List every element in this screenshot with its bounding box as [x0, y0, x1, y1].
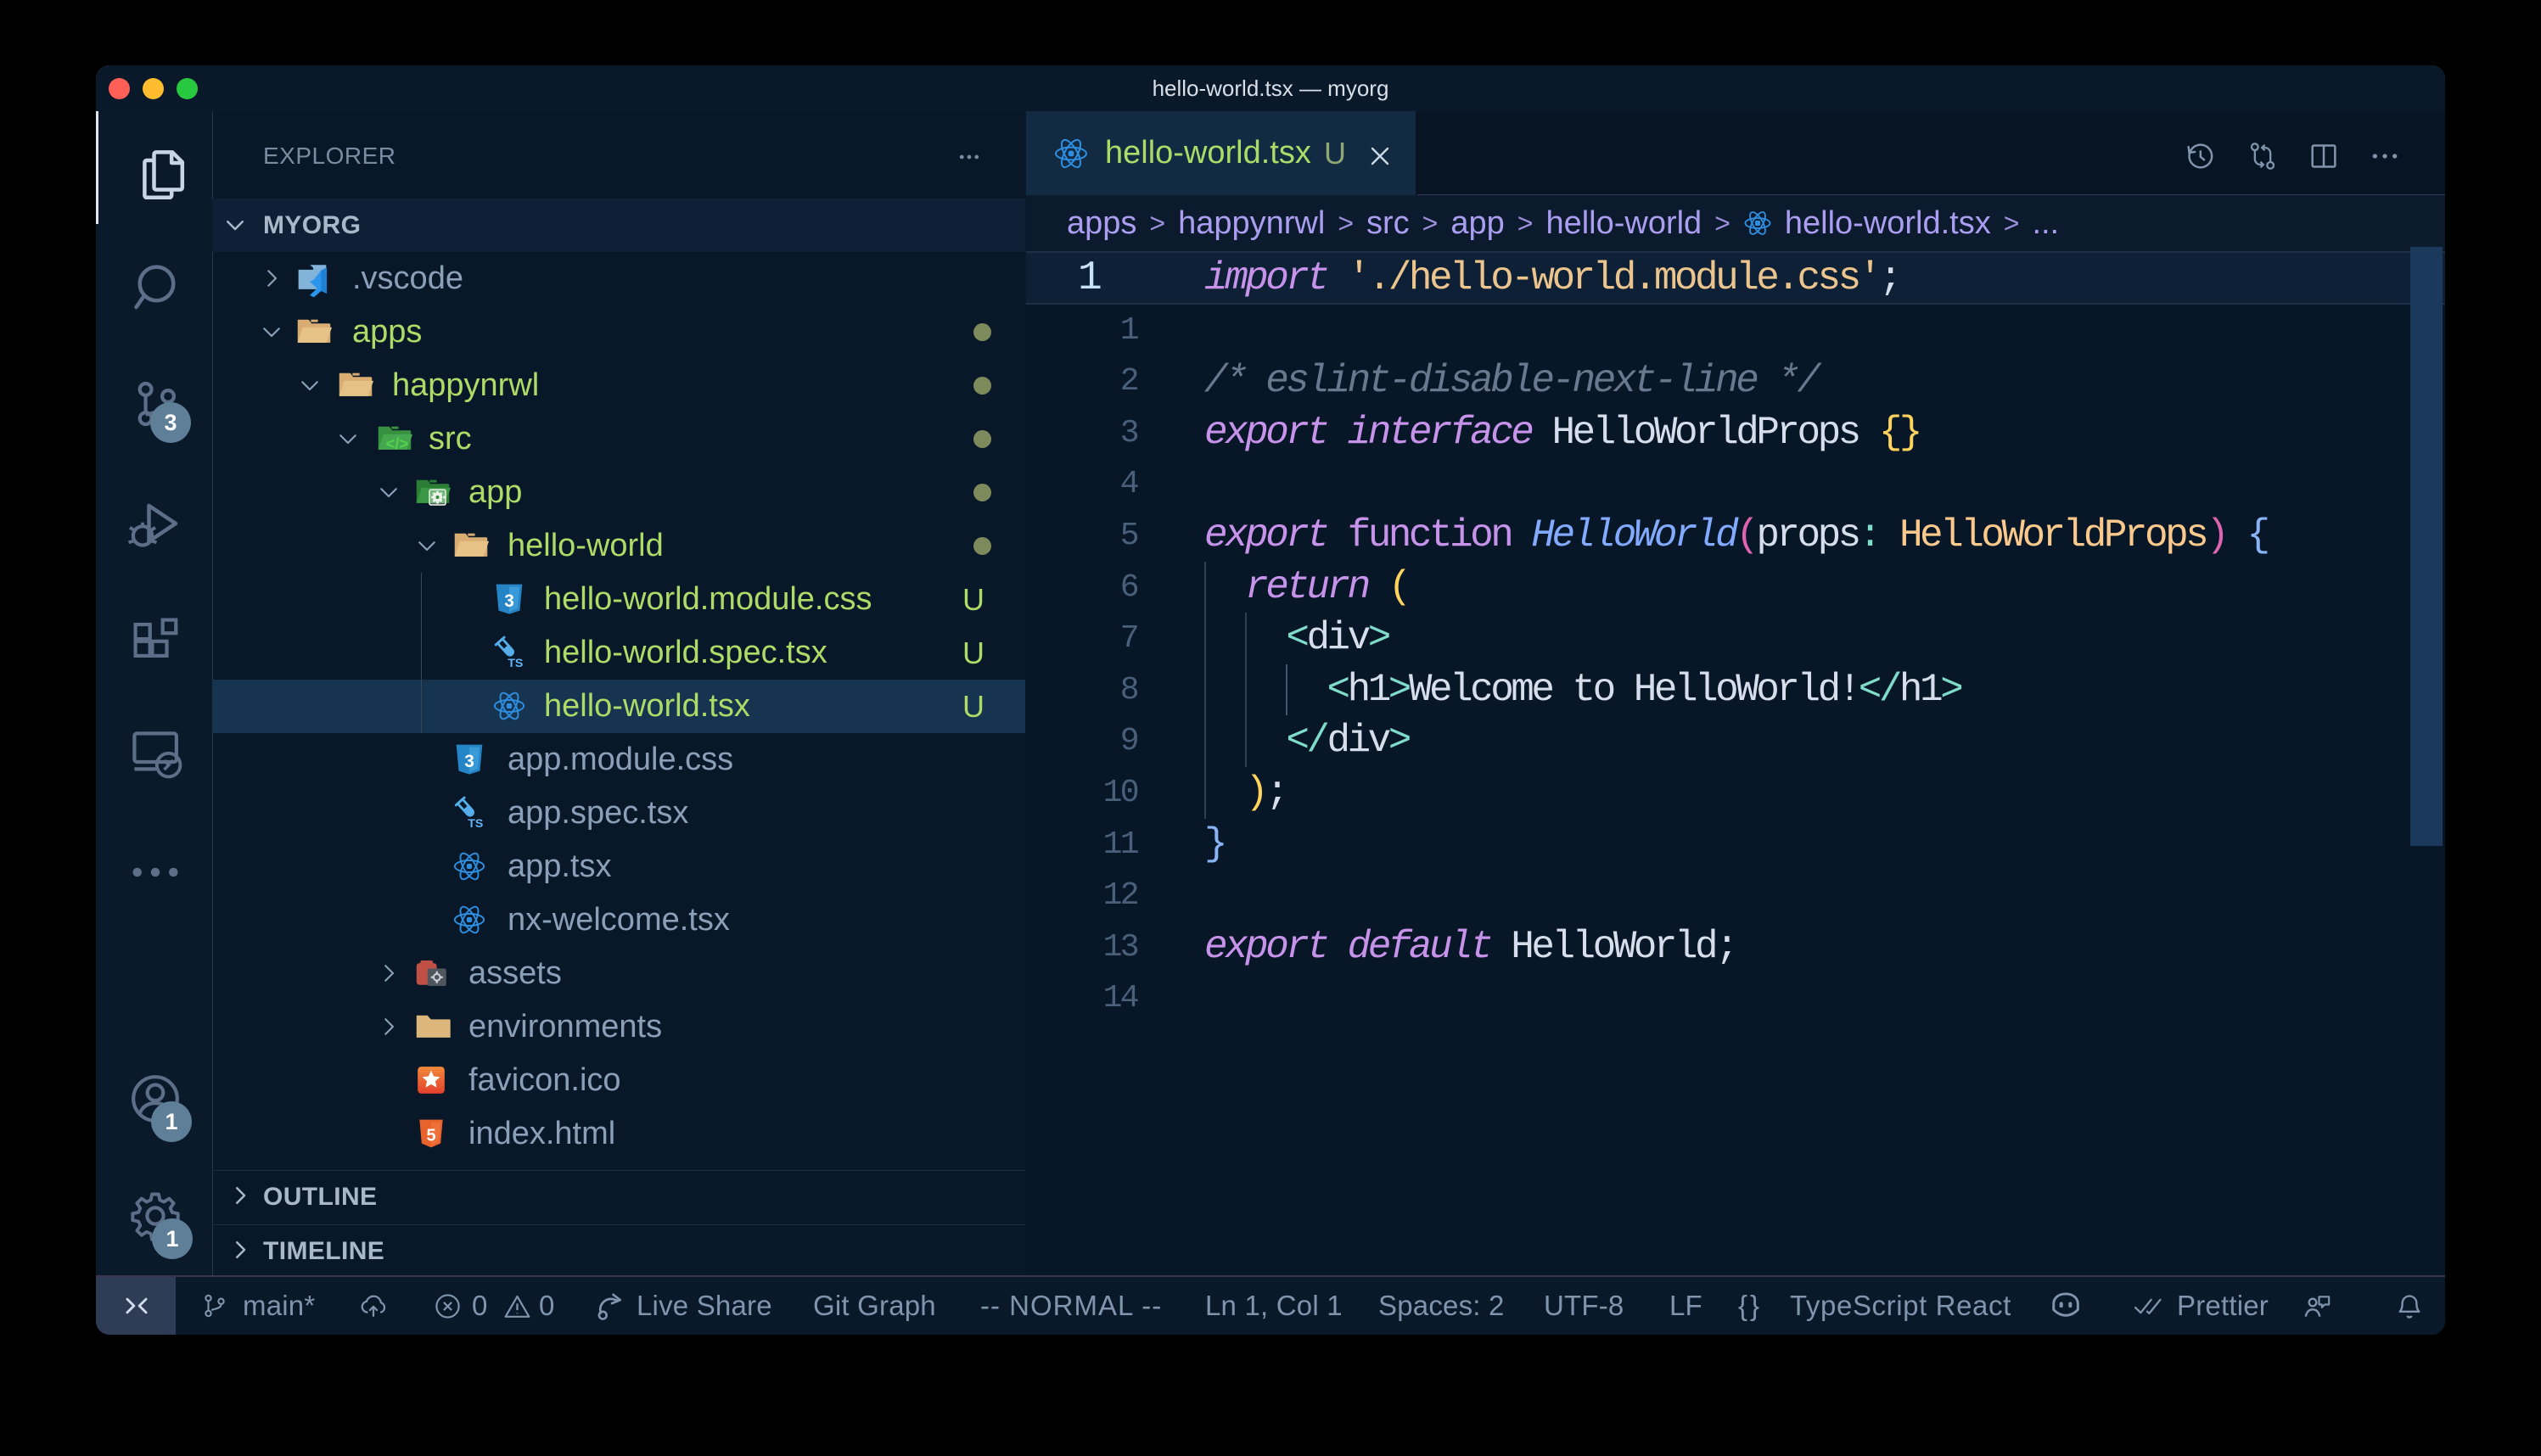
svg-text:3: 3	[504, 591, 514, 611]
svg-text:</>: </>	[386, 434, 409, 452]
svg-text:TS: TS	[508, 657, 523, 669]
svg-text:5: 5	[426, 1126, 435, 1145]
svg-text:3: 3	[464, 752, 474, 771]
svg-text:TS: TS	[468, 817, 483, 830]
